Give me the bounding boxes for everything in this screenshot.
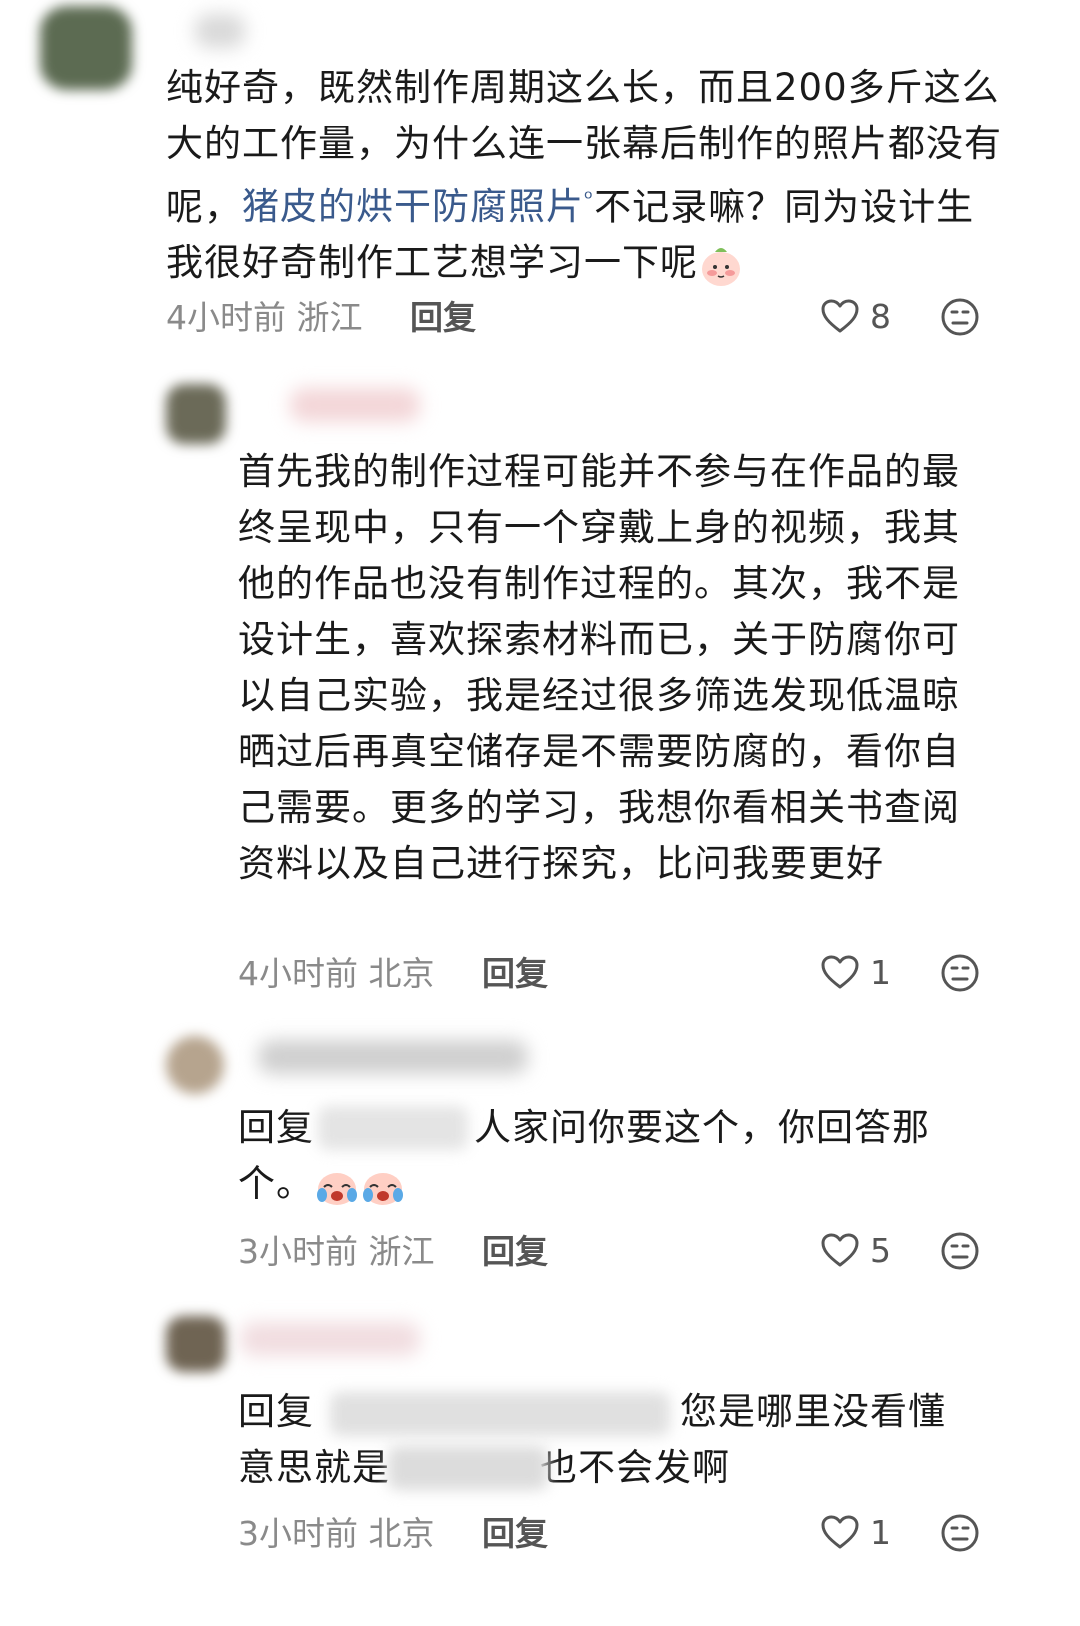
heart-outline-icon	[821, 1233, 859, 1267]
redaction-blur	[388, 1446, 548, 1490]
reply-button[interactable]: 回复	[482, 1512, 548, 1556]
like-button[interactable]: 1	[820, 950, 891, 994]
username[interactable]	[258, 1040, 528, 1074]
avatar[interactable]	[40, 6, 132, 90]
reply-content-line2-end: 也不会发啊	[540, 1446, 730, 1489]
like-count: 1	[870, 1512, 891, 1552]
avatar[interactable]	[166, 384, 226, 444]
comment-location: 北京	[368, 1514, 435, 1553]
username[interactable]	[290, 388, 420, 422]
reply-button[interactable]: 回复	[410, 296, 476, 340]
crying-laugh-emoji	[317, 1172, 357, 1205]
neutral-face-icon[interactable]	[940, 953, 980, 993]
heart-outline-icon	[821, 1515, 859, 1549]
neutral-face-icon[interactable]	[940, 297, 980, 337]
reply-content-line1: 您是哪里没看懂	[680, 1390, 946, 1433]
crying-laugh-emoji	[363, 1172, 403, 1205]
mention-blur	[330, 1392, 670, 1436]
avatar[interactable]	[166, 1316, 226, 1372]
comment-thread: 纯好奇，既然制作周期这么长，而且200多斤这么大的工作量，为什么连一张幕后制作的…	[0, 0, 1080, 1626]
search-icon: ᵒ	[584, 187, 595, 212]
reply-content-line2-start: 意思就是	[238, 1446, 390, 1489]
comment-meta: 3小时前 浙江	[238, 1230, 435, 1274]
heart-outline-icon	[821, 955, 859, 989]
username[interactable]	[195, 14, 245, 48]
comment-meta: 4小时前 北京	[238, 952, 435, 996]
avatar[interactable]	[166, 1036, 224, 1094]
comment-location: 北京	[368, 954, 435, 993]
comment-text: 纯好奇，既然制作周期这么长，而且200多斤这么大的工作量，为什么连一张幕后制作的…	[166, 60, 1006, 291]
comment-location: 浙江	[368, 1232, 435, 1271]
reply-button[interactable]: 回复	[482, 1230, 548, 1274]
like-button[interactable]: 8	[820, 294, 891, 338]
comment-location: 浙江	[296, 298, 363, 337]
like-button[interactable]: 5	[820, 1228, 891, 1272]
neutral-face-icon[interactable]	[940, 1231, 980, 1271]
blushing-peach-emoji	[702, 247, 740, 286]
comment-time: 4小时前	[238, 954, 358, 993]
heart-outline-icon	[821, 299, 859, 333]
reply-prefix: 回复	[238, 1106, 314, 1149]
like-count: 5	[870, 1230, 891, 1270]
comment-meta: 4小时前 浙江	[166, 296, 363, 340]
like-count: 8	[870, 296, 891, 336]
search-link[interactable]: 猪皮的烘干防腐照片ᵒ	[242, 185, 594, 228]
reply-prefix: 回复	[238, 1390, 314, 1433]
mention-blur	[318, 1106, 468, 1150]
username[interactable]	[240, 1322, 420, 1356]
reply-button[interactable]: 回复	[482, 952, 548, 996]
like-button[interactable]: 1	[820, 1510, 891, 1554]
comment-time: 3小时前	[238, 1514, 358, 1553]
neutral-face-icon[interactable]	[940, 1513, 980, 1553]
comment-text: 首先我的制作过程可能并不参与在作品的最终呈现中，只有一个穿戴上身的视频，我其他的…	[238, 450, 960, 885]
like-count: 1	[870, 952, 891, 992]
comment-time: 3小时前	[238, 1232, 358, 1271]
comment-time: 4小时前	[166, 298, 286, 337]
comment-meta: 3小时前 北京	[238, 1512, 435, 1556]
